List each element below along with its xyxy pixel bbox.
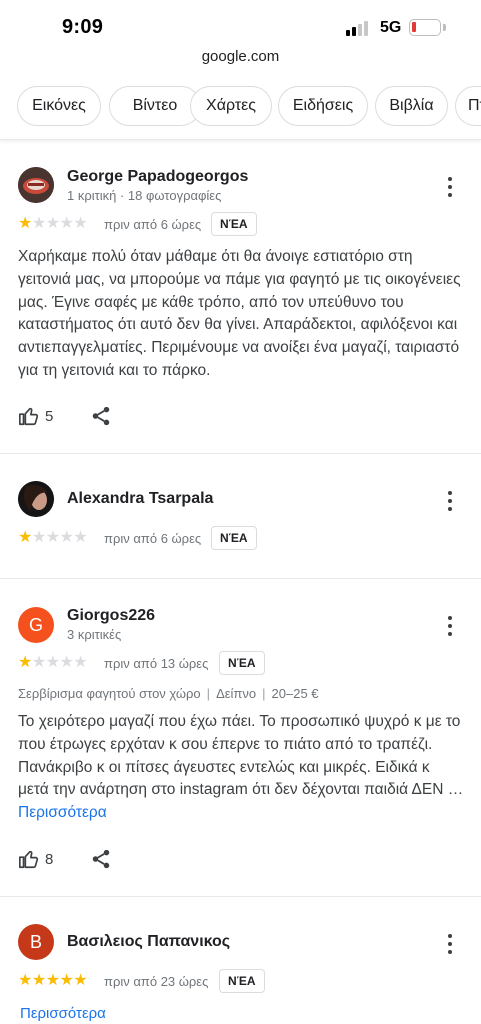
new-badge: ΝΈΑ xyxy=(219,969,265,993)
new-badge: ΝΈΑ xyxy=(219,651,265,675)
page: 9:09 5G google.com Εικόνες Βίντεο Χάρτες… xyxy=(0,0,481,1024)
reviewer-name[interactable]: Βασιλειος Παπανικος xyxy=(67,933,230,951)
filter-chips: Εικόνες Βίντεο Χάρτες Ειδήσεις Βιβλία Πτ xyxy=(0,74,481,140)
avatar[interactable]: G xyxy=(18,607,54,643)
battery-tip xyxy=(443,24,446,31)
review-time: πριν από 23 ώρες xyxy=(104,974,209,989)
status-bar: 9:09 5G xyxy=(0,0,481,48)
review-card: George Papadogeorgos 1 κριτική · 18 φωτο… xyxy=(0,140,481,454)
network-label: 5G xyxy=(380,19,402,36)
more-vert-icon[interactable] xyxy=(440,489,460,515)
chip-images[interactable]: Εικόνες xyxy=(17,86,101,126)
review-text-content: Το χειρότερο μαγαζί που έχω πάει. Το προ… xyxy=(18,713,464,799)
service-type: Σερβίρισμα φαγητού στον χώρο xyxy=(18,686,201,701)
star-rating: ★★★★★ xyxy=(18,654,88,671)
like-count: 8 xyxy=(45,851,54,868)
signal-icon xyxy=(346,20,372,36)
review-text: Το χειρότερο μαγαζί που έχω πάει. Το προ… xyxy=(18,711,464,825)
url-bar[interactable]: google.com xyxy=(0,48,481,74)
chip-news[interactable]: Ειδήσεις xyxy=(278,86,368,126)
review-text: Χαρήκαμε πολύ όταν μάθαμε ότι θα άνοιγε … xyxy=(18,248,461,379)
new-badge: ΝΈΑ xyxy=(211,212,257,236)
avatar[interactable] xyxy=(18,167,54,203)
reviewer-name[interactable]: Alexandra Tsarpala xyxy=(67,490,213,508)
avatar[interactable]: B xyxy=(18,924,54,960)
chip-more[interactable]: Πτ xyxy=(455,86,481,126)
star-rating: ★★★★★ xyxy=(18,215,88,232)
avatar[interactable] xyxy=(18,481,54,517)
status-time: 9:09 xyxy=(62,16,104,38)
avatar-letter: G xyxy=(28,615,43,635)
star-rating: ★★★★★ xyxy=(18,972,88,989)
more-vert-icon[interactable] xyxy=(440,932,460,958)
price-range: 20–25 € xyxy=(271,686,319,701)
read-more-link[interactable]: Περισσότερα xyxy=(18,804,107,821)
star-rating: ★★★★★ xyxy=(18,529,88,546)
more-vert-icon[interactable] xyxy=(440,614,460,640)
read-more-link[interactable]: Περισσότερα xyxy=(20,1005,106,1022)
like-count: 5 xyxy=(45,408,54,425)
visit-details: Σερβίρισμα φαγητού στον χώρο | Δείπνο | 20–2… xyxy=(18,686,319,701)
review-time: πριν από 13 ώρες xyxy=(104,656,209,671)
meal-type: Δείπνο xyxy=(216,686,257,701)
battery-icon xyxy=(409,19,441,36)
chip-videos[interactable]: Βίντεο xyxy=(109,86,201,126)
reviewer-stats: 1 κριτική · 18 φωτογραφίες xyxy=(67,188,222,203)
chip-maps[interactable]: Χάρτες xyxy=(190,86,272,126)
avatar-letter: B xyxy=(29,932,42,952)
review-time: πριν από 6 ώρες xyxy=(104,217,202,232)
new-badge: ΝΈΑ xyxy=(211,526,257,550)
reviewer-stats: 3 κριτικές xyxy=(67,627,122,642)
review-card: B Βασιλειος Παπανικος ★★★★★ πριν από 23 … xyxy=(0,897,481,1024)
reviewer-name[interactable]: George Papadogeorgos xyxy=(67,168,248,186)
review-card: Alexandra Tsarpala ★★★★★ πριν από 6 ώρες… xyxy=(0,454,481,578)
review-card: G Giorgos226 3 κριτικές ★★★★★ πριν από 1… xyxy=(0,579,481,897)
thumb-up-icon[interactable] xyxy=(18,405,40,427)
share-icon[interactable] xyxy=(90,405,112,427)
thumb-up-icon[interactable] xyxy=(18,848,40,870)
more-vert-icon[interactable] xyxy=(440,175,460,201)
chip-books[interactable]: Βιβλία xyxy=(375,86,448,126)
share-icon[interactable] xyxy=(90,848,112,870)
review-time: πριν από 6 ώρες xyxy=(104,531,202,546)
reviewer-name[interactable]: Giorgos226 xyxy=(67,607,155,625)
